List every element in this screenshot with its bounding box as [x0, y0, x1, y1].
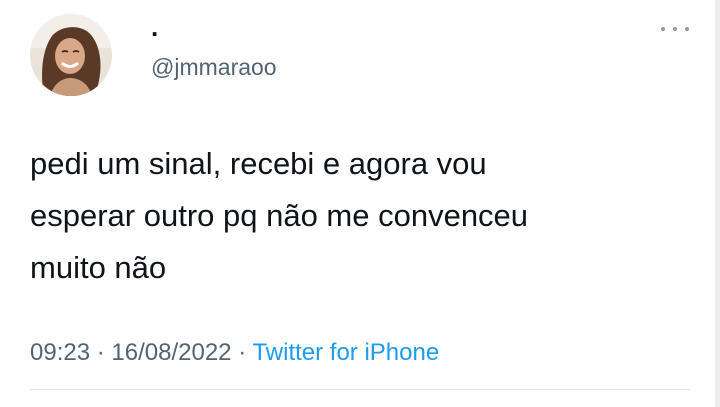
- avatar[interactable]: [30, 14, 112, 96]
- tweet-source[interactable]: Twitter for iPhone: [252, 339, 439, 366]
- more-options-icon[interactable]: [661, 23, 689, 35]
- tweet-meta: 09:23 · 16/08/2022 · Twitter for iPhone: [30, 336, 439, 370]
- edge-shadow: [715, 0, 720, 407]
- tweet-date[interactable]: 16/08/2022: [111, 339, 231, 366]
- meta-separator: ·: [238, 339, 247, 366]
- more-dot: [661, 27, 665, 31]
- avatar-photo: [30, 14, 112, 96]
- display-name[interactable]: .: [151, 14, 158, 40]
- tweet-card: . @jmmaraoo pedi um sinal, recebi e agor…: [0, 0, 720, 407]
- divider: [30, 389, 690, 390]
- tweet-time[interactable]: 09:23: [30, 339, 90, 366]
- user-handle[interactable]: @jmmaraoo: [151, 54, 277, 80]
- more-dot: [685, 27, 689, 31]
- tweet-text: pedi um sinal, recebi e agora vou espera…: [30, 146, 529, 285]
- more-dot: [673, 27, 677, 31]
- meta-separator: ·: [96, 339, 105, 366]
